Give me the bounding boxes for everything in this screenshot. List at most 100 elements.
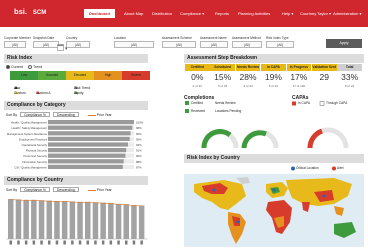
- sort-field-select[interactable]: Compliance %: [20, 187, 50, 192]
- country-bar: [69, 201, 76, 239]
- country-bar: [61, 201, 68, 239]
- kpi-label[interactable]: Scheduled: [210, 64, 235, 71]
- nav-planning-activities[interactable]: Planning Activities: [238, 9, 270, 18]
- greenland-shape: [236, 177, 250, 184]
- compliance-country-header: Compliance by Country: [4, 176, 148, 185]
- country-flag-icon: [94, 240, 97, 245]
- prior-year-swatch: [87, 189, 96, 191]
- nav-administration[interactable]: Administration ▾: [333, 9, 361, 18]
- kpi-value: 29: [319, 72, 329, 82]
- nav-about-map[interactable]: About Map: [124, 9, 143, 18]
- country-bar: [77, 201, 83, 239]
- category-value-label: 87%: [136, 165, 142, 169]
- category-bar: [48, 142, 128, 147]
- kpi-subtext: 5 of 33: [218, 84, 228, 88]
- filter-assessment-scheme[interactable]: Assessment Scheme (All): [162, 36, 196, 50]
- prior-year-line: [10, 199, 142, 207]
- india-shape: [302, 202, 310, 212]
- kpi-value: 19%: [264, 72, 282, 82]
- sort-field-select[interactable]: Compliance %: [20, 112, 50, 117]
- sort-label: Sort By: [6, 188, 18, 192]
- world-map-svg: [194, 177, 356, 244]
- filter-value[interactable]: (All): [266, 41, 294, 48]
- kpi-value: 17%: [290, 72, 308, 82]
- sort-order-select[interactable]: Descending: [52, 112, 79, 117]
- country-flag-icon: [48, 240, 51, 245]
- category-bar: [48, 120, 134, 125]
- calendar-icon[interactable]: ▾: [57, 44, 67, 51]
- category-bar: [48, 125, 133, 130]
- kpi-subtext: 9 of 33: [243, 84, 253, 88]
- category-sort-row: Sort By Compliance % Descending Prior Ye…: [6, 112, 112, 117]
- world-map[interactable]: [184, 174, 364, 247]
- legend-label: Custom A: [36, 91, 51, 95]
- kpi-label[interactable]: Total: [337, 64, 362, 71]
- category-value-label: 93%: [136, 143, 142, 147]
- completions-legend-reviewed: Reviewed: [191, 109, 205, 113]
- nav-dashboard[interactable]: Dashboard: [84, 9, 115, 18]
- filter-country[interactable]: Country (All): [66, 36, 90, 50]
- category-bar: [48, 131, 131, 136]
- nav-compliance[interactable]: Compliance ▾: [180, 9, 204, 18]
- prior-year-label: Prior Year: [96, 113, 112, 117]
- filter-value[interactable]: (All): [33, 41, 59, 48]
- country-flag-icon: [78, 240, 82, 245]
- category-label: CSI / Quality Management: [14, 165, 47, 169]
- nav-help[interactable]: Help ▾: [282, 9, 293, 18]
- capas-legend-in-capa: In CAPA: [298, 101, 310, 105]
- filter-corporate-member[interactable]: Corporate Member (All): [4, 36, 31, 50]
- legend-label: Equity: [74, 91, 84, 95]
- radio-label: Trend: [32, 65, 43, 69]
- category-label: Employment Practices: [19, 137, 47, 141]
- compliance-country-chart: [6, 199, 148, 245]
- country-flag-icon: [24, 240, 28, 245]
- kpi-label[interactable]: In Progress: [286, 64, 312, 71]
- category-label: Personnel Security: [24, 154, 48, 158]
- nav-distribution[interactable]: Distribution: [152, 9, 172, 18]
- map-header: Risk Index by Country: [184, 154, 364, 163]
- country-bar: [131, 205, 137, 239]
- kpi-label[interactable]: Validation Sent: [312, 64, 337, 71]
- brand-logo[interactable]: bsi. SCM: [14, 7, 46, 16]
- gauge-fill: [307, 128, 324, 149]
- compliance-category-chart: Health / Quality Management 100% Health / …: [7, 120, 144, 169]
- category-value-label: 90%: [136, 154, 142, 158]
- filter-value[interactable]: (All): [232, 41, 262, 48]
- filter-value[interactable]: (All): [162, 41, 196, 48]
- risk-segment-elevated: Elevated: [66, 71, 94, 80]
- radio-trend[interactable]: [27, 65, 32, 70]
- radio-current[interactable]: [6, 65, 10, 70]
- filter-value[interactable]: (All): [66, 41, 90, 48]
- country-bar: [23, 199, 29, 239]
- country-flag-icon: [71, 240, 74, 245]
- filter-assessment-method[interactable]: Assessment Method (All): [232, 36, 262, 50]
- filter-snapshot-date[interactable]: Snapshot Date (All): [33, 36, 59, 50]
- category-bar: [48, 164, 123, 169]
- top-bar: bsi. SCM Dashboard About Map Distribution…: [0, 0, 368, 27]
- filter-risk-index-type[interactable]: Risk Index Type (All): [266, 36, 294, 50]
- legend-label: Custom: [14, 91, 26, 95]
- country-bar: [38, 200, 45, 239]
- kpi-label[interactable]: Certified: [185, 64, 210, 71]
- filter-assessment-name[interactable]: Assessment Name (All): [200, 36, 228, 50]
- category-value-label: 98%: [136, 126, 142, 130]
- kpi-label[interactable]: In CAPA: [261, 64, 286, 71]
- apply-button[interactable]: Apply: [326, 39, 362, 48]
- kpi-label[interactable]: Needs Review: [235, 64, 261, 71]
- location-marker: [272, 188, 276, 192]
- category-label: Information Security: [22, 160, 47, 164]
- filter-value[interactable]: (All): [200, 41, 228, 48]
- filter-value[interactable]: (All): [4, 41, 26, 48]
- australia-shape: [334, 222, 356, 238]
- country-flag-icon: [86, 240, 89, 245]
- country-flag-icon: [117, 240, 120, 245]
- filter-value[interactable]: (All): [114, 41, 154, 48]
- nav-reports[interactable]: Reports: [215, 9, 229, 18]
- category-label: Management System Resilience: [7, 132, 48, 136]
- south-america-shape: [228, 212, 246, 244]
- compliance-category-header: Compliance by Category: [4, 101, 148, 110]
- nav-user[interactable]: Courtney Taylor ▾: [300, 9, 331, 18]
- sort-order-select[interactable]: Descending: [52, 187, 79, 192]
- filter-location[interactable]: Location (All): [114, 36, 154, 50]
- category-bar: [48, 136, 130, 141]
